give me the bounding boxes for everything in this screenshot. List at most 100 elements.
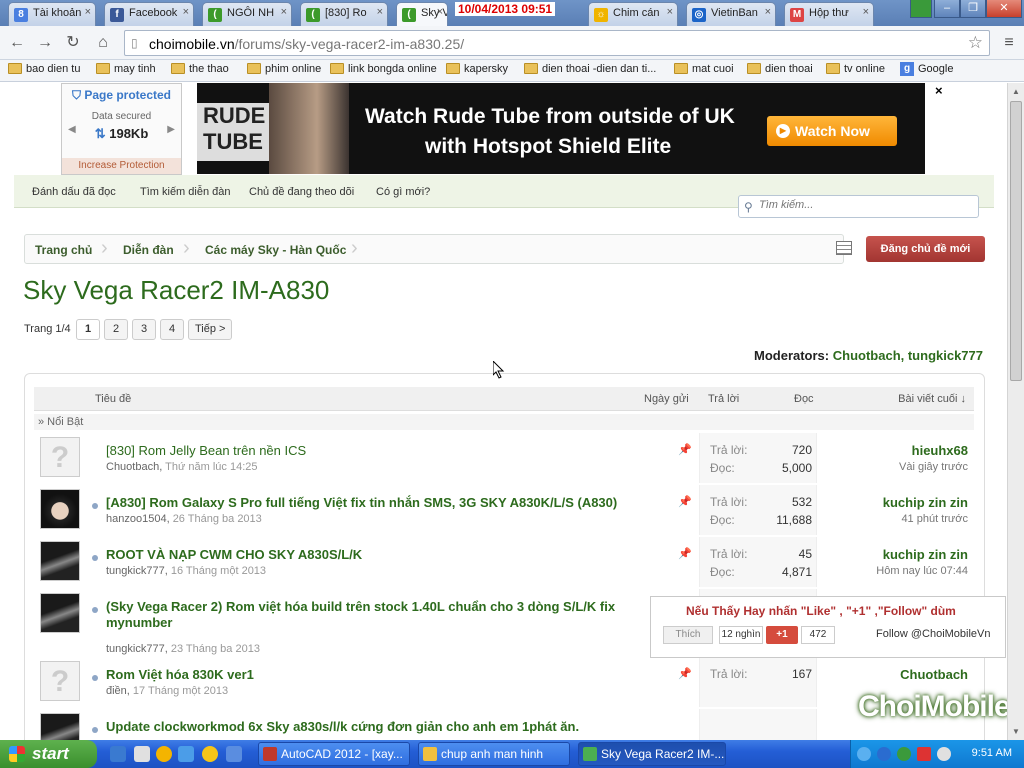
thread-author[interactable]: điền <box>106 685 127 697</box>
taskbar-button[interactable]: Sky Vega Racer2 IM-... <box>578 742 726 766</box>
col-views[interactable]: Đọc <box>794 393 814 405</box>
scroll-down-icon[interactable]: ▼ <box>1012 727 1020 736</box>
thread-row[interactable]: [A830] Rom Galaxy S Pro full tiếng Việt … <box>34 485 974 535</box>
last-post-time[interactable]: Vài giây trước <box>899 461 968 473</box>
last-post-user[interactable]: hieuhx68 <box>912 443 968 458</box>
smiley-icon[interactable] <box>202 746 218 762</box>
prev-arrow-icon[interactable]: ◀ <box>68 124 76 135</box>
thread-row[interactable]: ? [830] Rom Jelly Bean trên nền ICS Chuotb… <box>34 433 974 483</box>
bookmark-item[interactable]: tv online <box>826 63 885 75</box>
taskbar-button[interactable]: AutoCAD 2012 - [xay... <box>258 742 410 766</box>
moderator-names[interactable]: Chuotbach, tungkick777 <box>833 348 983 363</box>
thread-row[interactable]: ? Rom Việt hóa 830K ver1 điền, 17 Tháng mộ… <box>34 657 974 707</box>
address-bar[interactable]: ▯ choimobile.vn/forums/sky-vega-racer2-i… <box>124 30 990 56</box>
col-last-post[interactable]: Bài viết cuối ↓ <box>898 393 966 405</box>
breadcrumb-item[interactable]: Các máy Sky - Hàn Quốc <box>205 243 346 257</box>
bookmark-item[interactable]: phim online <box>247 63 321 75</box>
page-link[interactable]: 1 <box>76 319 100 340</box>
thread-author[interactable]: Chuotbach <box>106 461 159 473</box>
thread-title[interactable]: ROOT VÀ NẠP CWM CHO SKY A830S/L/K <box>106 547 362 562</box>
browser-tab[interactable]: M Hộp thư × <box>784 2 874 26</box>
tray-arrow-icon[interactable] <box>857 747 871 761</box>
thread-title[interactable]: [A830] Rom Galaxy S Pro full tiếng Việt … <box>106 495 617 510</box>
col-title[interactable]: Tiêu đề <box>95 393 131 405</box>
like-button[interactable]: Thích <box>663 626 713 644</box>
bookmark-item[interactable]: dien thoai -dien dan ti... <box>524 63 656 75</box>
shield-icon[interactable] <box>910 0 932 18</box>
close-tab-icon[interactable]: × <box>183 6 189 18</box>
close-tab-icon[interactable]: × <box>437 6 443 18</box>
chrome-icon[interactable] <box>156 746 172 762</box>
thread-author[interactable]: hanzoo1504 <box>106 513 167 525</box>
close-ad-icon[interactable]: × <box>935 83 943 98</box>
close-window-button[interactable]: ✕ <box>986 0 1022 18</box>
avatar[interactable] <box>40 489 80 529</box>
thread-author[interactable]: tungkick777 <box>106 643 165 655</box>
list-view-icon[interactable] <box>836 241 852 255</box>
forum-nav-link[interactable]: Chủ đề đang theo dõi <box>249 186 354 198</box>
avatar[interactable]: ? <box>40 437 80 477</box>
thread-row[interactable]: Update clockworkmod 6x Sky a830s/l/k cứn… <box>34 709 974 740</box>
avatar[interactable] <box>40 541 80 581</box>
page-link[interactable]: 2 <box>104 319 128 340</box>
start-button[interactable]: start <box>0 740 97 768</box>
bookmark-item[interactable]: link bongda online <box>330 63 437 75</box>
thread-title[interactable]: (Sky Vega Racer 2) Rom việt hóa build tr… <box>106 599 676 631</box>
bookmark-item[interactable]: mat cuoi <box>674 63 734 75</box>
browser-tab[interactable]: (NGÔI NH × <box>202 2 292 26</box>
bookmark-item[interactable]: the thao <box>171 63 229 75</box>
maximize-button[interactable]: ❐ <box>960 0 986 18</box>
minimize-button[interactable]: – <box>934 0 960 18</box>
star-icon[interactable]: ☆ <box>968 33 983 53</box>
page-link[interactable]: 3 <box>132 319 156 340</box>
taskbar-button[interactable]: chup anh man hinh <box>418 742 570 766</box>
tray-icon[interactable] <box>917 747 931 761</box>
avatar[interactable] <box>40 713 80 740</box>
search-field[interactable] <box>759 199 969 211</box>
quicklaunch-icon[interactable] <box>134 746 150 762</box>
hotspot-widget[interactable]: ⛉ Page protected Data secured ⇅ 198Kb ◀ … <box>61 83 182 175</box>
next-arrow-icon[interactable]: ▶ <box>167 124 175 135</box>
ad-banner[interactable]: RUDE TUBE Watch Rude Tube from outside o… <box>197 83 925 174</box>
forum-nav-link[interactable]: Có gì mới? <box>376 186 430 198</box>
last-post-time[interactable]: Hôm nay lúc 07:44 <box>876 565 968 577</box>
last-post-user[interactable]: kuchip zin zin <box>883 547 968 562</box>
close-tab-icon[interactable]: × <box>85 6 91 18</box>
bookmark-item[interactable]: dien thoai <box>747 63 813 75</box>
back-icon[interactable]: ← <box>6 32 28 54</box>
close-tab-icon[interactable]: × <box>667 6 673 18</box>
browser-tab[interactable]: ◎ VietinBan × <box>686 2 776 26</box>
browser-tab[interactable]: f Facebook × <box>104 2 194 26</box>
forward-icon[interactable]: → <box>34 32 56 54</box>
forum-nav-link[interactable]: Tìm kiếm diễn đàn <box>140 186 230 198</box>
tray-icon[interactable] <box>897 747 911 761</box>
reload-icon[interactable]: ↻ <box>62 32 84 54</box>
scroll-up-icon[interactable]: ▲ <box>1012 87 1020 96</box>
home-icon[interactable]: ⌂ <box>92 32 114 54</box>
bookmark-item[interactable]: bao dien tu <box>8 63 80 75</box>
browser-tab[interactable]: ☼ Chim cán × <box>588 2 678 26</box>
quicklaunch-icon[interactable] <box>110 746 126 762</box>
breadcrumb-item[interactable]: Diễn đàn <box>123 243 174 257</box>
new-thread-button[interactable]: Đăng chủ đề mới <box>866 236 985 262</box>
avatar[interactable]: ? <box>40 661 80 701</box>
browser-tab[interactable]: ([830] Ro × <box>300 2 388 26</box>
last-post-time[interactable]: 41 phút trước <box>901 513 968 525</box>
last-post-user[interactable]: Chuotbach <box>900 667 968 682</box>
tray-icon[interactable] <box>877 747 891 761</box>
page-scrollbar[interactable]: ▲ ▼ <box>1007 83 1024 740</box>
thread-author[interactable]: tungkick777 <box>106 565 165 577</box>
close-tab-icon[interactable]: × <box>281 6 287 18</box>
thread-title[interactable]: Rom Việt hóa 830K ver1 <box>106 667 254 682</box>
col-date[interactable]: Ngày gửi <box>644 393 689 405</box>
close-tab-icon[interactable]: × <box>765 6 771 18</box>
quicklaunch-icon[interactable] <box>226 746 242 762</box>
close-tab-icon[interactable]: × <box>863 6 869 18</box>
close-tab-icon[interactable]: × <box>377 6 383 18</box>
avatar[interactable] <box>40 593 80 633</box>
thread-title[interactable]: [830] Rom Jelly Bean trên nền ICS <box>106 443 306 458</box>
browser-tab[interactable]: 8 Tài khoản × <box>8 2 96 26</box>
col-replies[interactable]: Trả lời <box>708 393 739 405</box>
bookmark-item[interactable]: may tinh <box>96 63 156 75</box>
browser-tab[interactable]: (Sky V × <box>396 2 448 27</box>
